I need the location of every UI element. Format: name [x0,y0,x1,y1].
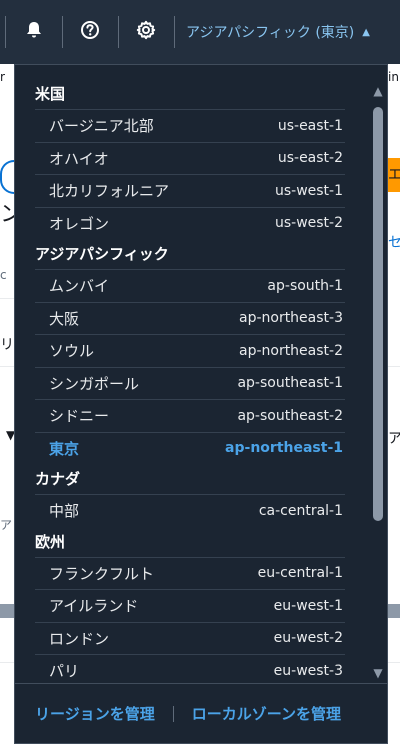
gear-icon [136,20,156,44]
region-name: フランクフルト [49,564,155,583]
background-divider [0,366,14,367]
nav-divider [62,16,63,48]
region-name: ムンバイ [49,277,110,296]
background-text: c [0,268,7,282]
scroll-thumb[interactable] [373,107,383,521]
region-dropdown-menu: 米国 バージニア北部 us-east-1 オハイオ us-east-2 北カリフ… [14,64,388,744]
region-code: ap-northeast-3 [238,310,343,327]
region-name: ソウル [49,342,95,361]
region-name: アイルランド [49,597,139,616]
region-option[interactable]: 北カリフォルニア us-west-1 [35,174,345,207]
region-option[interactable]: フランクフルト eu-central-1 [35,556,345,590]
help-button[interactable] [70,12,110,52]
region-selector-button[interactable]: アジアパシフィック (東京) ▲ [186,12,386,52]
region-name: ロンドン [49,629,110,648]
background-text: エ [388,167,400,183]
region-name: パリ [49,662,80,681]
region-option[interactable]: 大阪 ap-northeast-3 [35,301,345,335]
region-code: ap-south-1 [267,277,343,294]
region-name: オハイオ [49,149,109,168]
region-option[interactable]: シンガポール ap-southeast-1 [35,366,345,400]
footer-divider [172,705,174,722]
region-option[interactable]: パリ eu-west-3 [35,654,345,681]
region-name: シンガポール [49,374,140,393]
region-code: us-west-2 [274,215,343,232]
region-option[interactable]: 中部 ca-central-1 [35,494,345,527]
bell-icon [24,20,44,44]
region-code: ap-southeast-2 [237,407,343,424]
region-option[interactable]: ムンバイ ap-south-1 [35,269,345,302]
top-navigation-bar: アジアパシフィック (東京) ▲ [0,0,400,64]
region-option[interactable]: オレゴン us-west-2 [35,206,345,240]
caret-up-icon: ▲ [362,26,370,38]
background-button-edge [0,160,14,194]
nav-divider [174,16,175,48]
background-text: セ [388,235,400,251]
region-name: 大阪 [49,309,80,328]
region-code: eu-west-3 [273,662,343,679]
background-text: in [388,70,399,84]
region-menu-footer: リージョンを管理 ローカルゾーンを管理 [15,683,387,743]
current-region-label: アジアパシフィック (東京) [186,25,355,41]
region-option-selected[interactable]: 東京 ap-northeast-1 [35,431,345,465]
background-scroll-block [0,604,14,618]
background-divider [388,366,400,367]
region-code: eu-central-1 [257,565,343,582]
manage-local-zones-link[interactable]: ローカルゾーンを管理 [192,703,341,724]
region-option[interactable]: シドニー ap-southeast-2 [35,399,345,432]
region-code: eu-west-1 [273,597,343,614]
background-text: ア [388,431,400,447]
background-text: リ [0,337,14,353]
manage-regions-link[interactable]: リージョンを管理 [35,703,155,724]
region-option[interactable]: バージニア北部 us-east-1 [35,109,345,142]
nav-divider [118,16,119,48]
region-code: eu-west-2 [273,630,343,647]
region-option[interactable]: ソウル ap-northeast-2 [35,334,345,367]
region-list[interactable]: 米国 バージニア北部 us-east-1 オハイオ us-east-2 北カリフ… [15,79,367,681]
background-divider [0,662,14,663]
region-option[interactable]: アイルランド eu-west-1 [35,589,345,622]
region-name: 北カリフォルニア [49,182,170,201]
background-text: ア [0,518,13,532]
region-list-scrollbar[interactable]: ▲ ▼ [370,83,386,681]
region-name: 中部 [49,502,80,521]
region-name: オレゴン [49,214,110,233]
background-text: r [0,70,5,84]
nav-divider [5,16,6,48]
region-name: シドニー [49,407,110,426]
settings-button[interactable] [126,12,166,52]
region-code: ap-northeast-1 [225,440,343,457]
background-scroll-block [388,604,400,618]
background-divider [0,298,14,299]
region-code: ca-central-1 [258,502,343,519]
region-group-header: カナダ [35,470,81,488]
region-name: バージニア北部 [49,117,154,136]
scroll-down-arrow-icon[interactable]: ▼ [370,665,386,681]
region-code: us-east-2 [277,150,343,167]
scroll-up-arrow-icon[interactable]: ▲ [370,83,386,99]
region-group-header: 欧州 [35,532,66,551]
background-divider [388,662,400,663]
region-option[interactable]: オハイオ us-east-2 [35,141,345,175]
region-name: 東京 [49,439,80,458]
region-code: ap-northeast-2 [238,342,343,359]
region-group-header: 米国 [35,85,66,103]
help-icon [80,20,100,44]
region-option[interactable]: ロンドン eu-west-2 [35,621,345,655]
region-code: us-east-1 [277,117,343,134]
region-code: ap-southeast-1 [237,375,343,392]
region-code: us-west-1 [274,182,343,199]
region-group-header: アジアパシフィック [35,245,169,263]
notifications-button[interactable] [14,12,54,52]
